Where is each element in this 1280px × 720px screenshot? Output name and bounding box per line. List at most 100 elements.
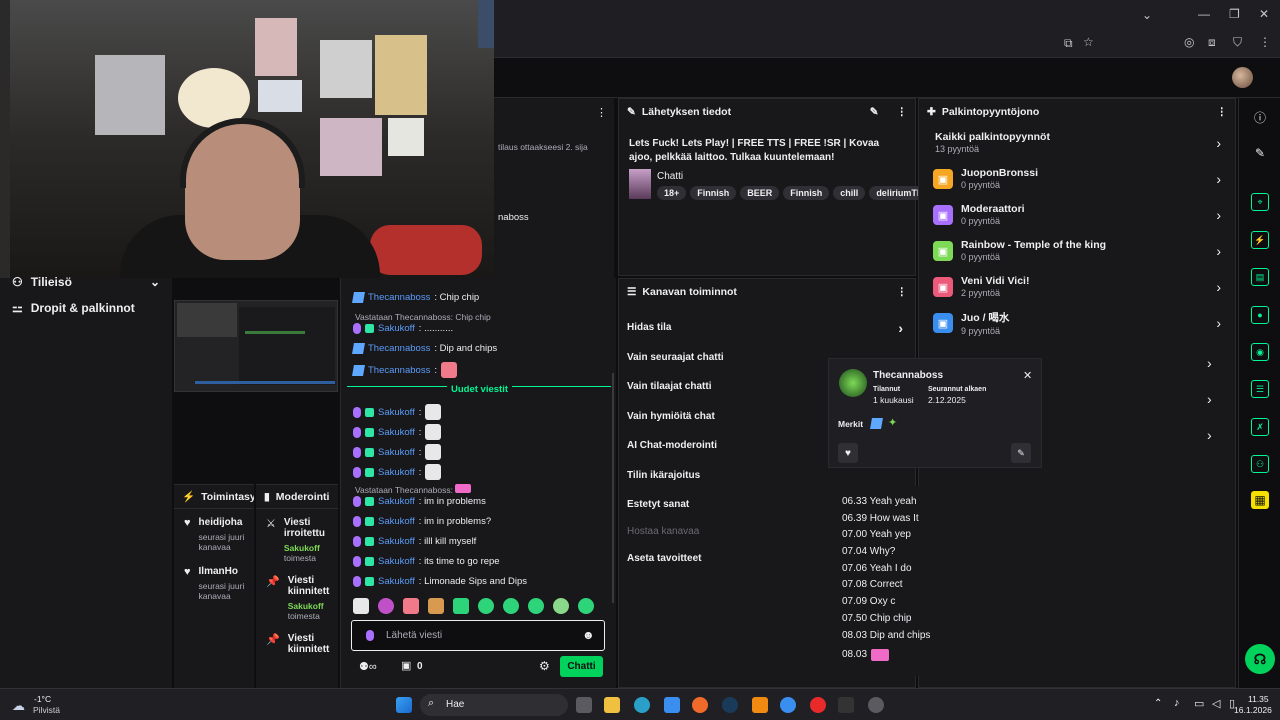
- reward-item[interactable]: ▣ Veni Vidi Vici! 2 pyyntöä ›: [919, 269, 1235, 305]
- user-avatar[interactable]: [1232, 67, 1253, 88]
- panel-menu-icon[interactable]: ⋮: [1217, 106, 1228, 118]
- opera-icon[interactable]: [810, 697, 826, 713]
- chevron-right-icon: ›: [898, 319, 903, 336]
- sidebar-item-audience[interactable]: ⚇ Tilieisö ⌄: [0, 270, 172, 294]
- emote-icon[interactable]: [478, 598, 494, 614]
- network-icon[interactable]: ▭: [1194, 697, 1204, 710]
- chat-bubble-icon[interactable]: ●: [1251, 306, 1269, 324]
- list-item: 06.39 How was It: [842, 512, 919, 524]
- windows-start-icon[interactable]: [396, 697, 412, 713]
- chevron-right-icon[interactable]: ›: [1207, 427, 1212, 443]
- weather-icon[interactable]: ☁: [12, 698, 25, 714]
- chrome-icon[interactable]: [780, 697, 796, 713]
- reward-item[interactable]: ▣ Moderaattori 0 pyyntöä ›: [919, 197, 1235, 233]
- group-icon[interactable]: ⚇: [1251, 455, 1269, 473]
- tag[interactable]: Finnish: [690, 186, 737, 200]
- emote-icon[interactable]: [353, 598, 369, 614]
- help-fab[interactable]: ☊: [1245, 644, 1275, 674]
- emoji-picker-icon[interactable]: ☻: [582, 628, 595, 642]
- chat-send-button[interactable]: Chatti: [560, 656, 603, 677]
- maximize-button[interactable]: ❐: [1229, 7, 1240, 21]
- action-slow-mode[interactable]: Hidas tila ›: [619, 313, 915, 343]
- edge-browser-icon[interactable]: [634, 697, 650, 713]
- layout-icon[interactable]: ☰: [1251, 380, 1269, 398]
- chat-panel: Thecannaboss: Chip chip Vastataan Thecan…: [340, 278, 616, 688]
- panel-menu-icon[interactable]: ⋮: [897, 106, 908, 118]
- settings-gear-icon[interactable]: ⚙: [539, 659, 550, 673]
- reward-item[interactable]: ▣ Rainbow - Temple of the king 0 pyyntöä …: [919, 233, 1235, 269]
- steam-icon[interactable]: [722, 697, 738, 713]
- moderation-item[interactable]: 📌 Viesti kiinnitett Sakukoff toimesta: [256, 567, 338, 625]
- pencil-button[interactable]: ✎: [1011, 443, 1031, 463]
- sidebar-item-drops[interactable]: ⚍ Dropit & palkinnot: [0, 296, 172, 320]
- chevron-right-icon[interactable]: ›: [1207, 355, 1212, 371]
- moderation-item[interactable]: 📌 Viesti kiinnitett: [256, 625, 338, 659]
- tab-list-chevron-icon[interactable]: ⌄: [1142, 8, 1152, 22]
- user-avatar[interactable]: [839, 369, 867, 397]
- emote-icon[interactable]: [378, 598, 394, 614]
- unpin-icon: ⚔: [266, 518, 276, 530]
- volume-icon[interactable]: ◁: [1212, 697, 1220, 710]
- vlc-icon[interactable]: [752, 697, 768, 713]
- store-icon[interactable]: [664, 697, 680, 713]
- tag[interactable]: BEER: [740, 186, 780, 200]
- wrench-icon[interactable]: ✗: [1251, 418, 1269, 436]
- reward-all[interactable]: Kaikki palkintopyynnöt 13 pyyntöä ›: [919, 125, 1235, 161]
- emote-icon[interactable]: [553, 598, 569, 614]
- chat-input[interactable]: Lähetä viesti ☻: [351, 620, 605, 651]
- terminal-icon[interactable]: [838, 697, 854, 713]
- account-icon[interactable]: ◎: [1184, 35, 1194, 49]
- emote-icon[interactable]: [428, 598, 444, 614]
- clapper-icon[interactable]: ▦: [1251, 491, 1269, 509]
- menu-icon[interactable]: ⋮: [1259, 35, 1271, 49]
- firefox-icon[interactable]: [692, 697, 708, 713]
- obs-icon[interactable]: [868, 697, 884, 713]
- reward-item[interactable]: ▣ Juo / 喝水 9 pyyntöä ›: [919, 305, 1235, 341]
- install-app-icon[interactable]: ⧉: [1064, 36, 1073, 51]
- close-icon[interactable]: ✕: [1023, 369, 1032, 382]
- pencil-icon[interactable]: ✎: [1251, 144, 1269, 162]
- edit-icon[interactable]: ✎: [870, 106, 879, 118]
- task-view-icon[interactable]: [576, 697, 592, 713]
- close-button[interactable]: ✕: [1259, 7, 1269, 21]
- moderator-badge-icon: [870, 418, 883, 429]
- scrollbar[interactable]: [612, 373, 614, 603]
- moderation-item[interactable]: ⚔ Viesti irroitettu Sakukoff toimesta: [256, 509, 338, 567]
- lightning-icon[interactable]: ⚡: [1251, 231, 1269, 249]
- tag[interactable]: chill: [833, 186, 866, 200]
- stream-preview[interactable]: [174, 300, 338, 392]
- channel-points-icon[interactable]: ⚉∞: [359, 660, 377, 673]
- category-boxart[interactable]: [629, 169, 651, 199]
- reward-item[interactable]: ▣ JuoponBronssi 0 pyyntöä ›: [919, 161, 1235, 197]
- extensions-icon[interactable]: ⧈: [1208, 35, 1216, 50]
- activity-feed: ⚡Toimintasyöte ♥ heidijohaseurasi juuri …: [174, 484, 254, 688]
- emote-icon[interactable]: [578, 598, 594, 614]
- panel-menu-icon[interactable]: ⋮: [897, 286, 908, 298]
- shield-icon[interactable]: ⛉: [1233, 35, 1242, 50]
- clip-icon[interactable]: ⌖: [1251, 193, 1269, 211]
- file-explorer-icon[interactable]: [604, 697, 620, 713]
- document-icon[interactable]: ▤: [1251, 268, 1269, 286]
- list-item: 06.33 Yeah yeah: [842, 496, 917, 507]
- taskbar-search[interactable]: ⌕ Hae: [420, 694, 568, 716]
- emote-icon[interactable]: [453, 598, 469, 614]
- activity-item[interactable]: ♥ IlmanHo seurasi juuri kanavaa: [174, 558, 254, 605]
- list-item: 08.03 Dip and chips: [842, 629, 931, 641]
- emote-icon[interactable]: [403, 598, 419, 614]
- panel-menu-icon[interactable]: ⋮: [596, 106, 607, 119]
- bookmark-star-icon[interactable]: ☆: [1083, 35, 1094, 49]
- microphone-icon[interactable]: ♪: [1174, 697, 1180, 709]
- chevron-right-icon[interactable]: ›: [1207, 391, 1212, 407]
- tray-chevron-icon[interactable]: ⌃: [1154, 698, 1162, 709]
- heart-button[interactable]: ♥: [838, 443, 858, 463]
- minimize-button[interactable]: —: [1198, 7, 1210, 21]
- info-icon[interactable]: ⓘ: [1251, 108, 1269, 126]
- emote-icon[interactable]: [528, 598, 544, 614]
- tag[interactable]: Finnish: [783, 186, 830, 200]
- tag[interactable]: 18+: [657, 186, 687, 200]
- gift-box-icon[interactable]: ▣: [401, 659, 411, 672]
- activity-item[interactable]: ♥ heidijoha seurasi juuri kanavaa: [174, 509, 254, 556]
- lightning-icon: ⚡: [182, 491, 196, 503]
- broadcast-icon[interactable]: ◉: [1251, 343, 1269, 361]
- emote-icon[interactable]: [503, 598, 519, 614]
